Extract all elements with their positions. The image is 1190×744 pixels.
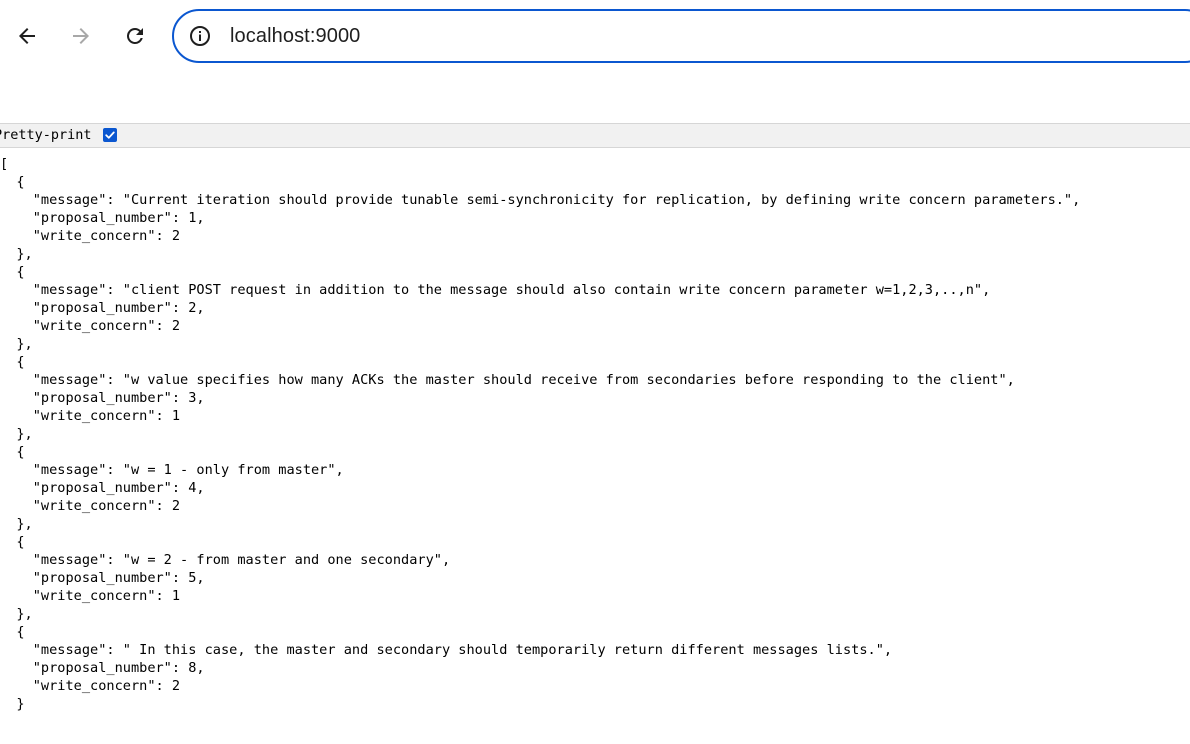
info-icon[interactable] bbox=[188, 24, 212, 48]
json-line: "proposal_number": 1, bbox=[0, 210, 205, 226]
json-line: "proposal_number": 2, bbox=[0, 300, 205, 316]
arrow-right-icon bbox=[73, 28, 89, 44]
json-line: "message": "w value specifies how many A… bbox=[0, 372, 1015, 388]
json-line: "message": "client POST request in addit… bbox=[0, 282, 991, 298]
json-line: "write_concern": 2 bbox=[0, 228, 181, 244]
json-line: "message": "w = 1 - only from master", bbox=[0, 462, 344, 478]
json-line: { bbox=[0, 264, 25, 280]
reload-icon bbox=[126, 27, 143, 44]
forward-button[interactable] bbox=[63, 18, 99, 54]
json-line: { bbox=[0, 624, 25, 640]
pretty-print-bar: Pretty-print bbox=[0, 123, 1190, 148]
json-line: }, bbox=[0, 606, 33, 622]
json-line: "write_concern": 1 bbox=[0, 408, 181, 424]
json-line: }, bbox=[0, 246, 33, 262]
json-line: { bbox=[0, 354, 25, 370]
json-line: "write_concern": 1 bbox=[0, 588, 181, 604]
json-line: "write_concern": 2 bbox=[0, 498, 181, 514]
json-line: } bbox=[0, 696, 25, 712]
json-line: "write_concern": 2 bbox=[0, 318, 181, 334]
back-button[interactable] bbox=[9, 18, 45, 54]
reload-button[interactable] bbox=[117, 18, 153, 54]
json-content: [ { "message": "Current iteration should… bbox=[0, 148, 1190, 744]
json-line: }, bbox=[0, 336, 33, 352]
json-line: "proposal_number": 4, bbox=[0, 480, 205, 496]
json-line: "message": "Current iteration should pro… bbox=[0, 192, 1081, 208]
json-line: "proposal_number": 5, bbox=[0, 570, 205, 586]
checkmark-icon bbox=[105, 131, 115, 139]
json-line: { bbox=[0, 444, 25, 460]
json-line: }, bbox=[0, 516, 33, 532]
browser-toolbar: localhost:9000 bbox=[0, 0, 1190, 74]
arrow-left-icon bbox=[19, 28, 35, 44]
json-line: "proposal_number": 8, bbox=[0, 660, 205, 676]
json-line: "proposal_number": 3, bbox=[0, 390, 205, 406]
json-line: "message": "w = 2 - from master and one … bbox=[0, 552, 451, 568]
json-line: "message": " In this case, the master an… bbox=[0, 642, 893, 658]
json-line: [ bbox=[0, 156, 9, 172]
url-text[interactable]: localhost:9000 bbox=[230, 25, 360, 48]
json-line: { bbox=[0, 534, 25, 550]
address-bar[interactable]: localhost:9000 bbox=[172, 9, 1190, 63]
json-line: { bbox=[0, 174, 25, 190]
pretty-print-checkbox[interactable] bbox=[103, 128, 117, 142]
pretty-print-label: Pretty-print bbox=[0, 127, 92, 143]
json-line: "write_concern": 2 bbox=[0, 678, 181, 694]
json-line: }, bbox=[0, 426, 33, 442]
